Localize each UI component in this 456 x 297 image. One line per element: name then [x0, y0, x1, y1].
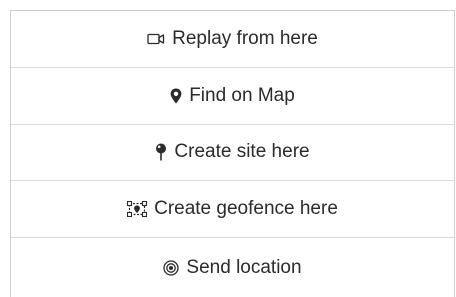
geofence-icon [127, 201, 148, 218]
find-on-map-label: Find on Map [189, 84, 295, 106]
create-site-here-label: Create site here [174, 141, 310, 163]
pushpin-icon [155, 143, 167, 161]
send-location-item[interactable]: Send location [11, 238, 454, 297]
create-geofence-here-item[interactable]: Create geofence here [11, 181, 454, 239]
send-location-label: Send location [186, 256, 302, 278]
target-icon [163, 259, 180, 276]
find-on-map-item[interactable]: Find on Map [11, 68, 454, 125]
context-menu: Replay from here Find on Map Create site… [10, 10, 455, 297]
video-camera-icon [147, 32, 165, 46]
replay-from-here-item[interactable]: Replay from here [11, 11, 454, 68]
replay-from-here-label: Replay from here [172, 27, 318, 49]
create-geofence-here-label: Create geofence here [154, 198, 338, 220]
map-marker-icon [170, 88, 182, 104]
create-site-here-item[interactable]: Create site here [11, 125, 454, 182]
